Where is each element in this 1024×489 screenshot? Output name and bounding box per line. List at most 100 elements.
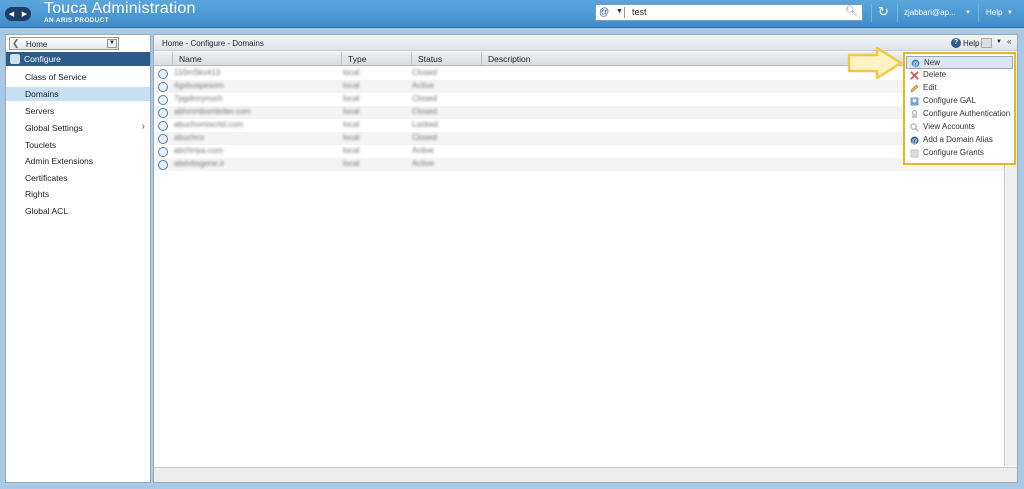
cell-status: Locked — [412, 120, 438, 129]
svg-text:@: @ — [911, 138, 917, 145]
menu-item-view-accounts[interactable]: View Accounts — [906, 121, 1013, 134]
search-icon[interactable]: 🔍︎ — [845, 6, 858, 17]
refresh-icon[interactable]: ↻ — [878, 4, 889, 20]
chevron-down-icon[interactable]: ▼ — [107, 39, 117, 48]
svg-text:@: @ — [912, 61, 918, 68]
home-selector[interactable]: ❮ Home ▼ — [9, 37, 119, 50]
delete-icon — [910, 71, 919, 80]
collapse-panel-icon[interactable]: « — [1007, 37, 1011, 46]
table-row[interactable]: 4gsbuspesom local Active — [154, 80, 1004, 93]
app-title: Touca Administration — [44, 0, 196, 17]
cell-status: Active — [412, 146, 434, 155]
domain-icon — [158, 121, 168, 131]
cell-name: abuchomiscrtd.com — [174, 120, 244, 129]
menu-item-label: Configure Authentication — [923, 109, 1011, 118]
menu-item-add-domain-alias[interactable]: @ Add a Domain Alias — [906, 134, 1013, 147]
sidebar-item-label: Global Settings — [25, 123, 83, 133]
domain-icon — [158, 134, 168, 144]
forward-arrow-icon[interactable]: ▶ — [22, 10, 27, 18]
sidebar-item-label: Certificates — [25, 173, 68, 183]
table-row[interactable]: 7pgdmrynuch local Closed — [154, 93, 1004, 106]
table-row[interactable]: abhmmbomletter.com local Closed — [154, 106, 1004, 119]
alias-icon: @ — [910, 136, 919, 145]
sidebar-item-touclets[interactable]: Toucl​ets — [6, 138, 150, 152]
help-link[interactable]: Help — [963, 39, 979, 48]
domain-icon — [158, 160, 168, 170]
help-icon[interactable]: ? — [951, 38, 961, 48]
sidebar-item-rights[interactable]: Rights — [6, 187, 150, 201]
table-row[interactable]: abchrrpa.com local Active — [154, 145, 1004, 158]
sidebar-item-global-acl[interactable]: Global ACL — [6, 204, 150, 218]
sidebar-section-configure[interactable]: Configure — [6, 52, 150, 66]
domain-icon — [158, 82, 168, 92]
menu-item-label: Delete — [923, 70, 947, 79]
back-arrow-icon[interactable]: ◀ — [9, 10, 14, 18]
menu-item-new[interactable]: @ New — [906, 56, 1013, 69]
sidebar-item-label: Global ACL — [25, 206, 68, 216]
domain-icon — [158, 108, 168, 118]
breadcrumb: Home - Configure - Domains — [162, 39, 264, 48]
cell-type: local — [343, 120, 360, 129]
sidebar-item-certificates[interactable]: Certificates — [6, 171, 150, 185]
domain-icon — [158, 69, 168, 79]
top-bar: ◀ ▶ Touca Administration AN ARIS PRODUCT… — [0, 0, 1024, 28]
chevron-down-icon[interactable]: ▼ — [996, 39, 1002, 45]
highlight-arrow-icon — [847, 46, 903, 80]
sidebar-item-servers[interactable]: Servers — [6, 104, 150, 118]
sidebar-item-label: Toucl​ets — [25, 140, 57, 150]
cell-status: Closed — [412, 94, 437, 103]
column-header-type[interactable]: Type — [342, 52, 412, 66]
chevron-left-icon[interactable]: ❮ — [12, 38, 20, 49]
cell-status: Active — [412, 81, 434, 90]
gear-icon[interactable] — [981, 38, 992, 48]
menu-item-edit[interactable]: Edit — [906, 82, 1013, 95]
cell-type: local — [343, 68, 360, 77]
sidebar-item-domains[interactable]: Domains — [6, 87, 150, 101]
history-nav[interactable]: ◀ ▶ — [5, 7, 31, 21]
home-label: Home — [26, 40, 48, 49]
domain-icon — [158, 147, 168, 157]
sidebar-item-global-settings[interactable]: Global Settings › — [6, 121, 150, 135]
sidebar-item-label: Class of Service — [25, 72, 87, 82]
toolbar-divider — [871, 4, 872, 22]
table-row[interactable]: abuchnx local Closed — [154, 132, 1004, 145]
user-menu[interactable]: zjabbari@ap... — [904, 8, 956, 17]
cell-type: local — [343, 159, 360, 168]
column-header-name[interactable]: Name — [173, 52, 342, 66]
cell-status: Closed — [412, 68, 437, 77]
table-row[interactable]: abuchomiscrtd.com local Locked — [154, 119, 1004, 132]
search-type-dropdown-icon[interactable]: ▼ — [616, 8, 623, 15]
main-panel: Home - Configure - Domains ? Help ▼ « Na… — [153, 34, 1018, 483]
menu-item-delete[interactable]: Delete — [906, 69, 1013, 82]
app-brand: Touca Administration AN ARIS PRODUCT — [44, 0, 196, 24]
search-input[interactable]: test — [632, 7, 647, 17]
cell-name: abhmmbomletter.com — [174, 107, 251, 116]
accounts-icon — [910, 123, 919, 132]
chevron-down-icon[interactable]: ▼ — [965, 10, 971, 16]
toolbar-divider — [978, 4, 979, 22]
sidebar-item-class-of-service[interactable]: Class of Service — [6, 70, 150, 84]
cell-name: 110mSkv413 — [174, 68, 221, 77]
table-row[interactable]: abdvbsgene.ir local Active — [154, 158, 1004, 171]
section-label: Configure — [24, 54, 61, 64]
help-menu[interactable]: Help — [986, 8, 1002, 17]
domain-actions-menu: @ New Delete Edit Configure GAL Configur… — [903, 52, 1016, 165]
auth-icon — [911, 110, 918, 119]
menu-item-configure-grants[interactable]: Configure Grants — [906, 147, 1013, 160]
sidebar: ❮ Home ▼ Configure Class of Service Doma… — [5, 34, 151, 483]
sidebar-item-label: Rights — [25, 189, 50, 199]
menu-item-label: Configure Grants — [923, 148, 984, 157]
menu-item-configure-authentication[interactable]: Configure Authentication — [906, 108, 1013, 121]
gal-icon — [910, 97, 919, 106]
cell-name: abdvbsgene.ir — [174, 159, 225, 168]
menu-item-label: New — [924, 58, 941, 67]
menu-item-configure-gal[interactable]: Configure GAL — [906, 95, 1013, 108]
column-header-status[interactable]: Status — [412, 52, 482, 66]
domain-icon — [158, 95, 168, 105]
search-box[interactable]: @ ▼ test 🔍︎ — [595, 4, 863, 21]
at-icon[interactable]: @ — [599, 7, 609, 18]
chevron-down-icon[interactable]: ▼ — [1007, 10, 1013, 16]
sidebar-item-admin-extensions[interactable]: Admin Extensions — [6, 154, 150, 168]
sidebar-item-label: Admin Extensions — [25, 156, 94, 166]
horizontal-scrollbar[interactable] — [154, 467, 1017, 482]
